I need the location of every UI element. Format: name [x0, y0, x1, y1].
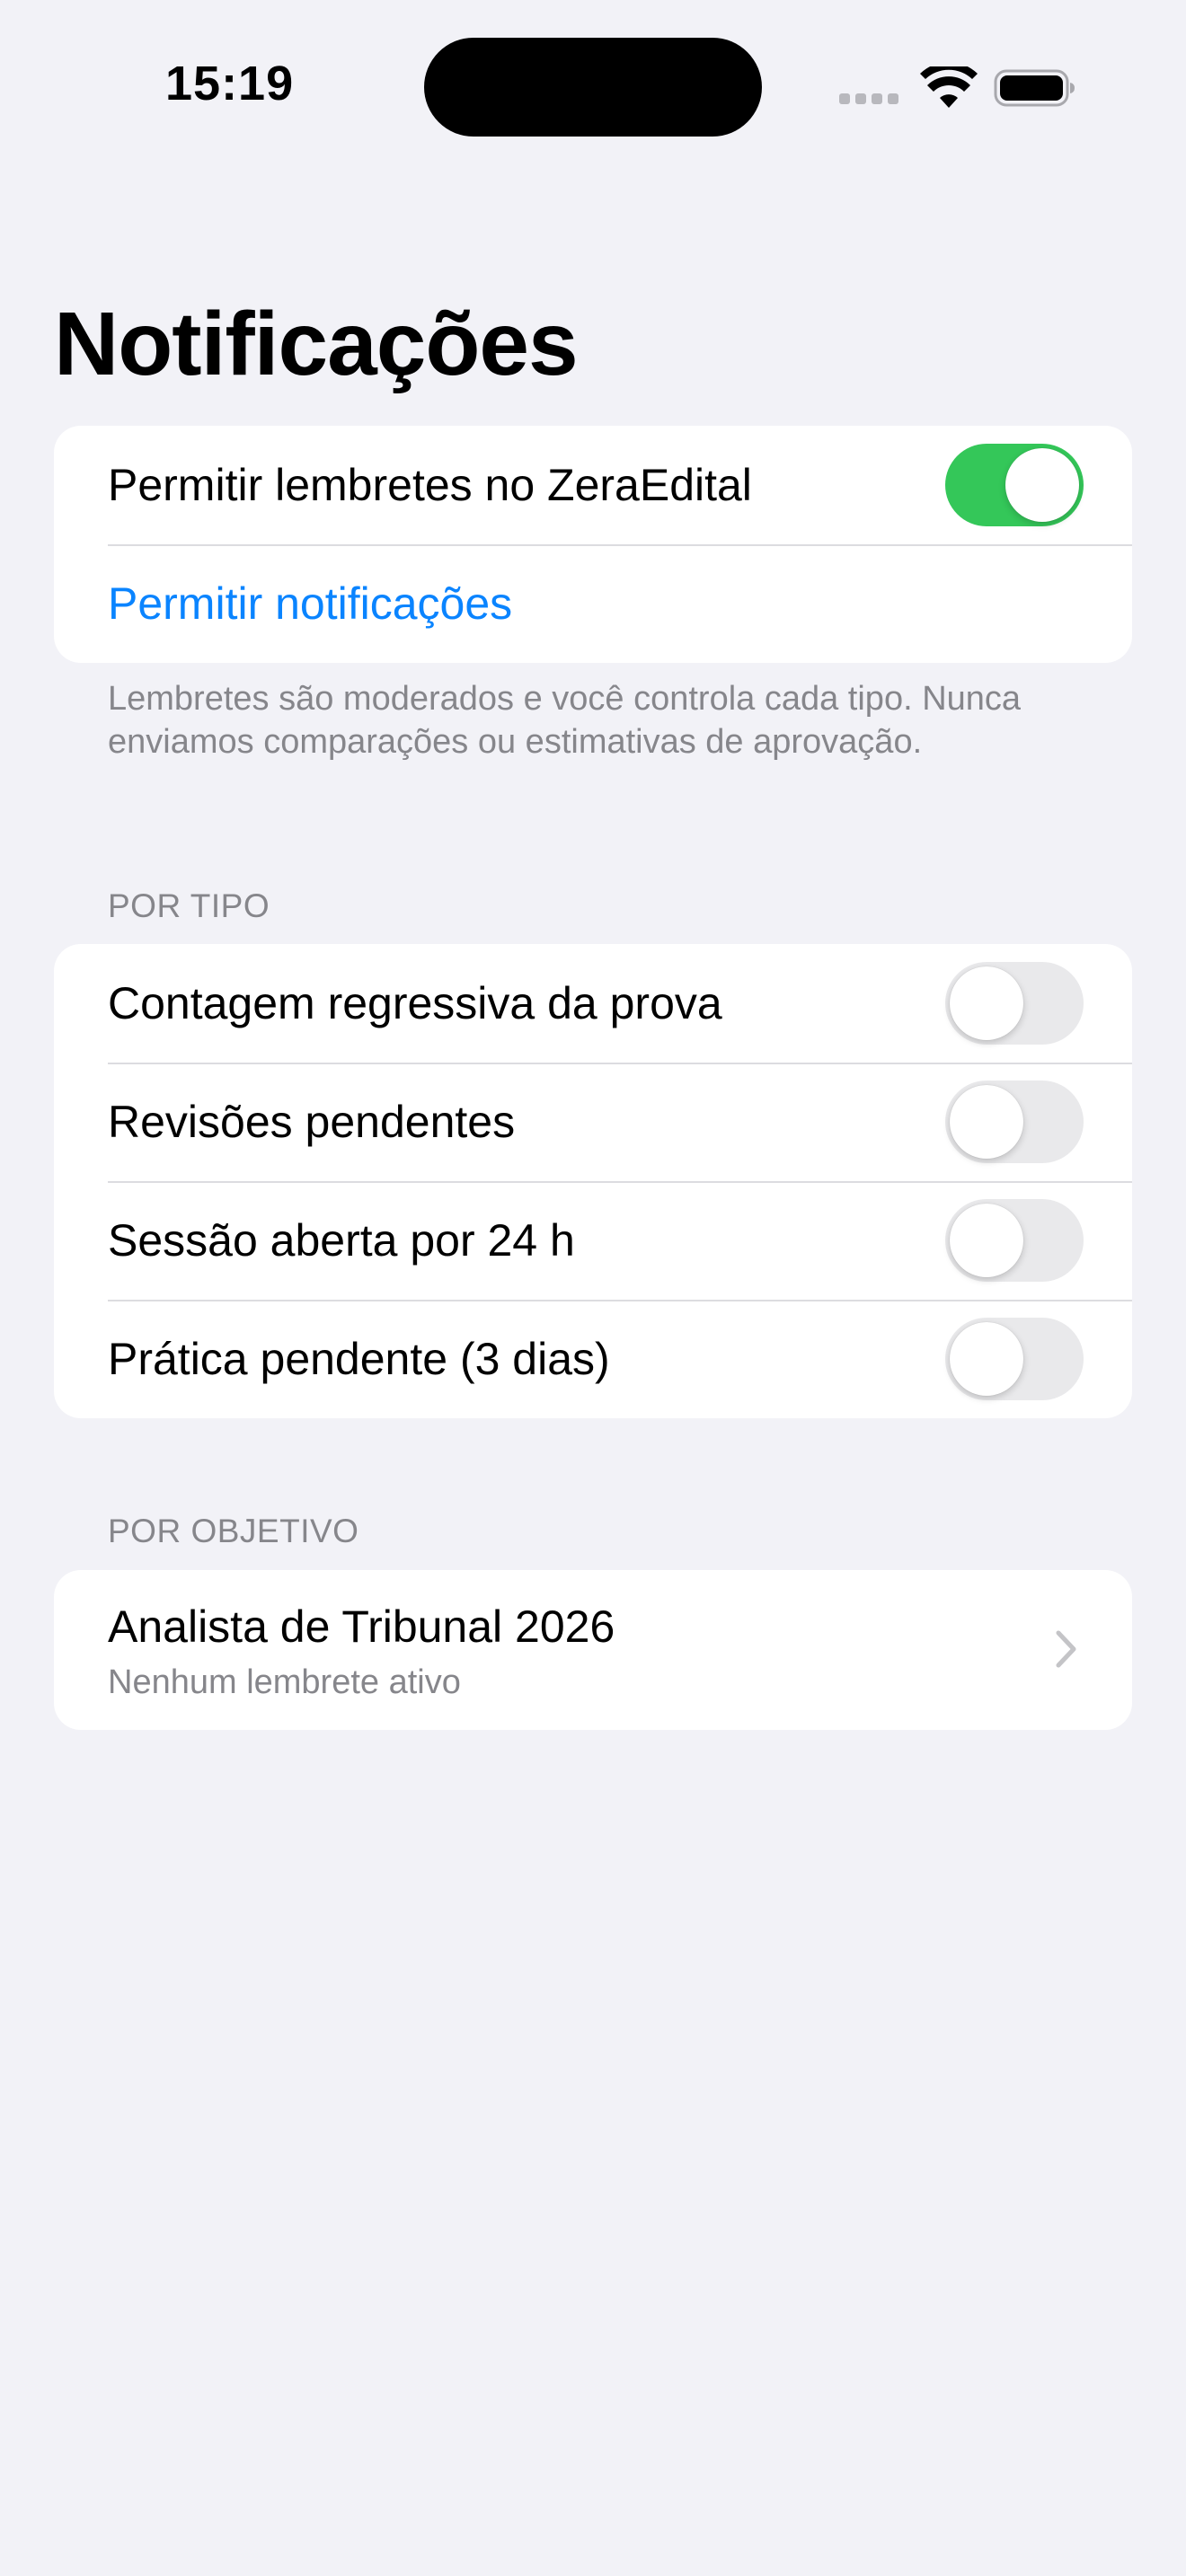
type-row-exam-countdown: Contagem regressiva da prova: [54, 944, 1132, 1063]
type-row-label: Contagem regressiva da prova: [108, 978, 722, 1028]
toggle-knob: [1005, 448, 1079, 522]
goal-subtitle: Nenhum lembrete ativo: [108, 1663, 461, 1701]
allow-reminders-label: Permitir lembretes no ZeraEdital: [108, 460, 752, 510]
type-row-label: Sessão aberta por 24 h: [108, 1215, 575, 1266]
exam-countdown-toggle[interactable]: [945, 962, 1084, 1045]
pending-reviews-toggle[interactable]: [945, 1081, 1084, 1163]
type-row-pending-reviews: Revisões pendentes: [54, 1063, 1132, 1181]
type-row-open-session: Sessão aberta por 24 h: [54, 1181, 1132, 1300]
toggle-knob: [950, 966, 1023, 1040]
section-header-by-type: POR TIPO: [108, 887, 270, 924]
toggle-knob: [950, 1085, 1023, 1159]
chevron-right-icon: [1056, 1630, 1076, 1668]
section-header-by-goal: POR OBJETIVO: [108, 1513, 359, 1549]
permission-footer-text: Lembretes são moderados e você controla …: [108, 680, 1022, 761]
wifi-icon: [920, 66, 978, 108]
pending-practice-toggle[interactable]: [945, 1318, 1084, 1400]
notifications-screen: 15:19 Notificações Permitir lembretes no…: [0, 0, 1186, 2576]
open-session-toggle[interactable]: [945, 1199, 1084, 1282]
allow-notifications-link[interactable]: Permitir notificações: [108, 578, 512, 630]
battery-icon: [994, 69, 1075, 107]
type-row-label: Revisões pendentes: [108, 1097, 516, 1147]
cellular-signal-icon: [839, 93, 898, 104]
allow-notifications-row[interactable]: Permitir notificações: [54, 544, 1132, 663]
goal-title: Analista de Tribunal 2026: [108, 1601, 615, 1652]
goal-row[interactable]: Analista de Tribunal 2026 Nenhum lembret…: [54, 1570, 1132, 1730]
status-time: 15:19: [165, 57, 295, 110]
page-title: Notificações: [54, 294, 579, 394]
dynamic-island: [424, 38, 762, 137]
by-type-card: Contagem regressiva da prova Revisões pe…: [54, 944, 1132, 1418]
allow-reminders-row: Permitir lembretes no ZeraEdital: [54, 426, 1132, 544]
toggle-knob: [950, 1204, 1023, 1277]
type-row-label: Prática pendente (3 dias): [108, 1334, 610, 1384]
allow-reminders-toggle[interactable]: [945, 444, 1084, 526]
type-row-pending-practice: Prática pendente (3 dias): [54, 1300, 1132, 1418]
permission-card: Permitir lembretes no ZeraEdital Permiti…: [54, 426, 1132, 663]
by-goal-card: Analista de Tribunal 2026 Nenhum lembret…: [54, 1570, 1132, 1730]
toggle-knob: [950, 1322, 1023, 1396]
